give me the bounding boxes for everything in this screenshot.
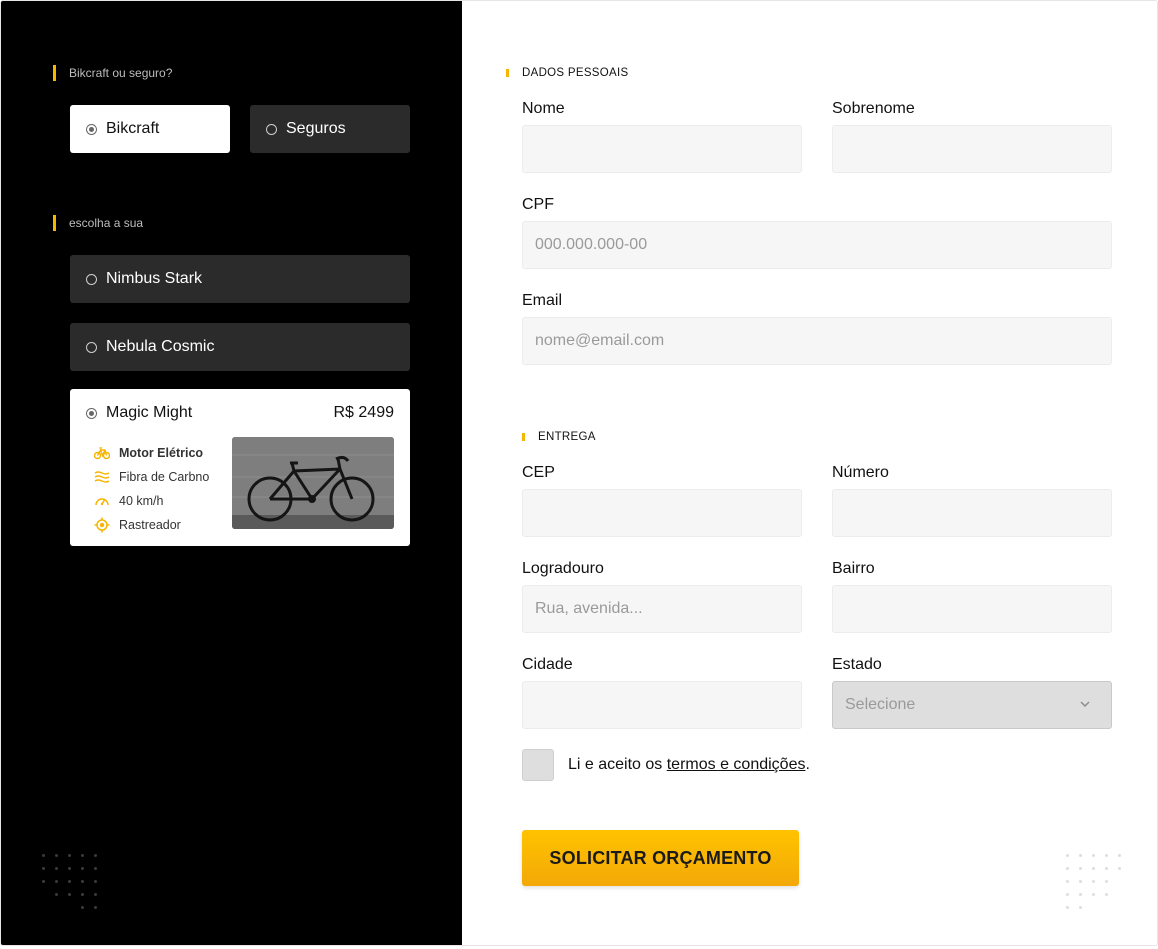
- delivery-section: ENTREGA: [522, 431, 596, 443]
- bairro-label: Bairro: [832, 560, 875, 577]
- bike-price: R$ 2499: [333, 404, 395, 421]
- email-input[interactable]: nome@email.com: [522, 317, 1112, 365]
- speedometer-icon: [95, 498, 109, 506]
- nome-label: Nome: [522, 100, 565, 117]
- cidade-input[interactable]: [522, 681, 802, 729]
- logradouro-input[interactable]: Rua, avenida...: [522, 585, 802, 633]
- bike-option-magic-might[interactable]: Magic Might R$ 2499 Motor Elétrico Fibra…: [70, 389, 410, 546]
- nome-input[interactable]: [522, 125, 802, 173]
- numero-input[interactable]: [832, 489, 1112, 537]
- logradouro-label: Logradouro: [522, 560, 604, 577]
- cep-label: CEP: [522, 464, 555, 481]
- radio-checked-icon: [86, 407, 97, 419]
- terms-checkbox[interactable]: [522, 749, 554, 781]
- decorative-dots: [1066, 854, 1121, 909]
- option-bikcraft[interactable]: Bikcraft: [70, 105, 230, 153]
- bike-option-nimbus-stark[interactable]: Nimbus Stark: [70, 255, 410, 303]
- bike-name: Magic Might: [106, 404, 193, 421]
- feature-item: Rastreador: [94, 513, 209, 537]
- feature-item: 40 km/h: [94, 489, 209, 513]
- estado-select[interactable]: Selecione: [832, 681, 1112, 729]
- estado-selected-value: Selecione: [845, 696, 916, 713]
- submit-quote-button[interactable]: SOLICITAR ORÇAMENTO: [522, 830, 799, 886]
- feature-item: Fibra de Carbno: [94, 465, 209, 489]
- sobrenome-label: Sobrenome: [832, 100, 915, 117]
- email-label: Email: [522, 292, 563, 309]
- accent-bar: [53, 65, 56, 81]
- radio-icon: [86, 341, 97, 353]
- decorative-dots: [42, 854, 97, 909]
- bike-photo: [232, 437, 394, 529]
- radio-icon: [266, 123, 277, 135]
- radio-icon: [86, 273, 97, 285]
- cep-input[interactable]: [522, 489, 802, 537]
- bike-features: Motor Elétrico Fibra de Carbno 40 km/h R…: [94, 441, 209, 537]
- accent-bar: [53, 215, 56, 231]
- electric-bike-icon: [94, 447, 110, 460]
- selection-panel: Bikcraft ou seguro? Bikcraft Seguros esc…: [1, 1, 462, 945]
- cpf-input[interactable]: 000.000.000-00: [522, 221, 1112, 269]
- cidade-label: Cidade: [522, 656, 573, 673]
- quote-page: Bikcraft ou seguro? Bikcraft Seguros esc…: [0, 0, 1158, 946]
- quote-form: DADOS PESSOAIS Nome Sobrenome CPF 000.00…: [462, 1, 1157, 945]
- numero-label: Número: [832, 464, 889, 481]
- accent-bar: [506, 69, 509, 77]
- bike-option-nebula-cosmic[interactable]: Nebula Cosmic: [70, 323, 410, 371]
- option-seguros[interactable]: Seguros: [250, 105, 410, 153]
- personal-data-section: DADOS PESSOAIS: [506, 67, 628, 79]
- feature-item: Motor Elétrico: [94, 441, 209, 465]
- choose-label: escolha a sua: [53, 215, 143, 231]
- accent-bar: [522, 433, 525, 441]
- carbon-fiber-icon: [94, 471, 110, 483]
- bike-card-header: Magic Might R$ 2499: [86, 404, 394, 422]
- radio-checked-icon: [86, 123, 97, 135]
- bairro-input[interactable]: [832, 585, 1112, 633]
- brand-question-label: Bikcraft ou seguro?: [53, 65, 172, 81]
- bicycle-image: [232, 437, 394, 529]
- cpf-label: CPF: [522, 196, 554, 213]
- tracker-icon: [94, 517, 110, 533]
- terms-text: Li e aceito os termos e condições.: [568, 756, 810, 773]
- terms-link[interactable]: termos e condições: [667, 756, 806, 773]
- sobrenome-input[interactable]: [832, 125, 1112, 173]
- estado-label: Estado: [832, 656, 882, 673]
- chevron-down-icon: [1080, 701, 1090, 707]
